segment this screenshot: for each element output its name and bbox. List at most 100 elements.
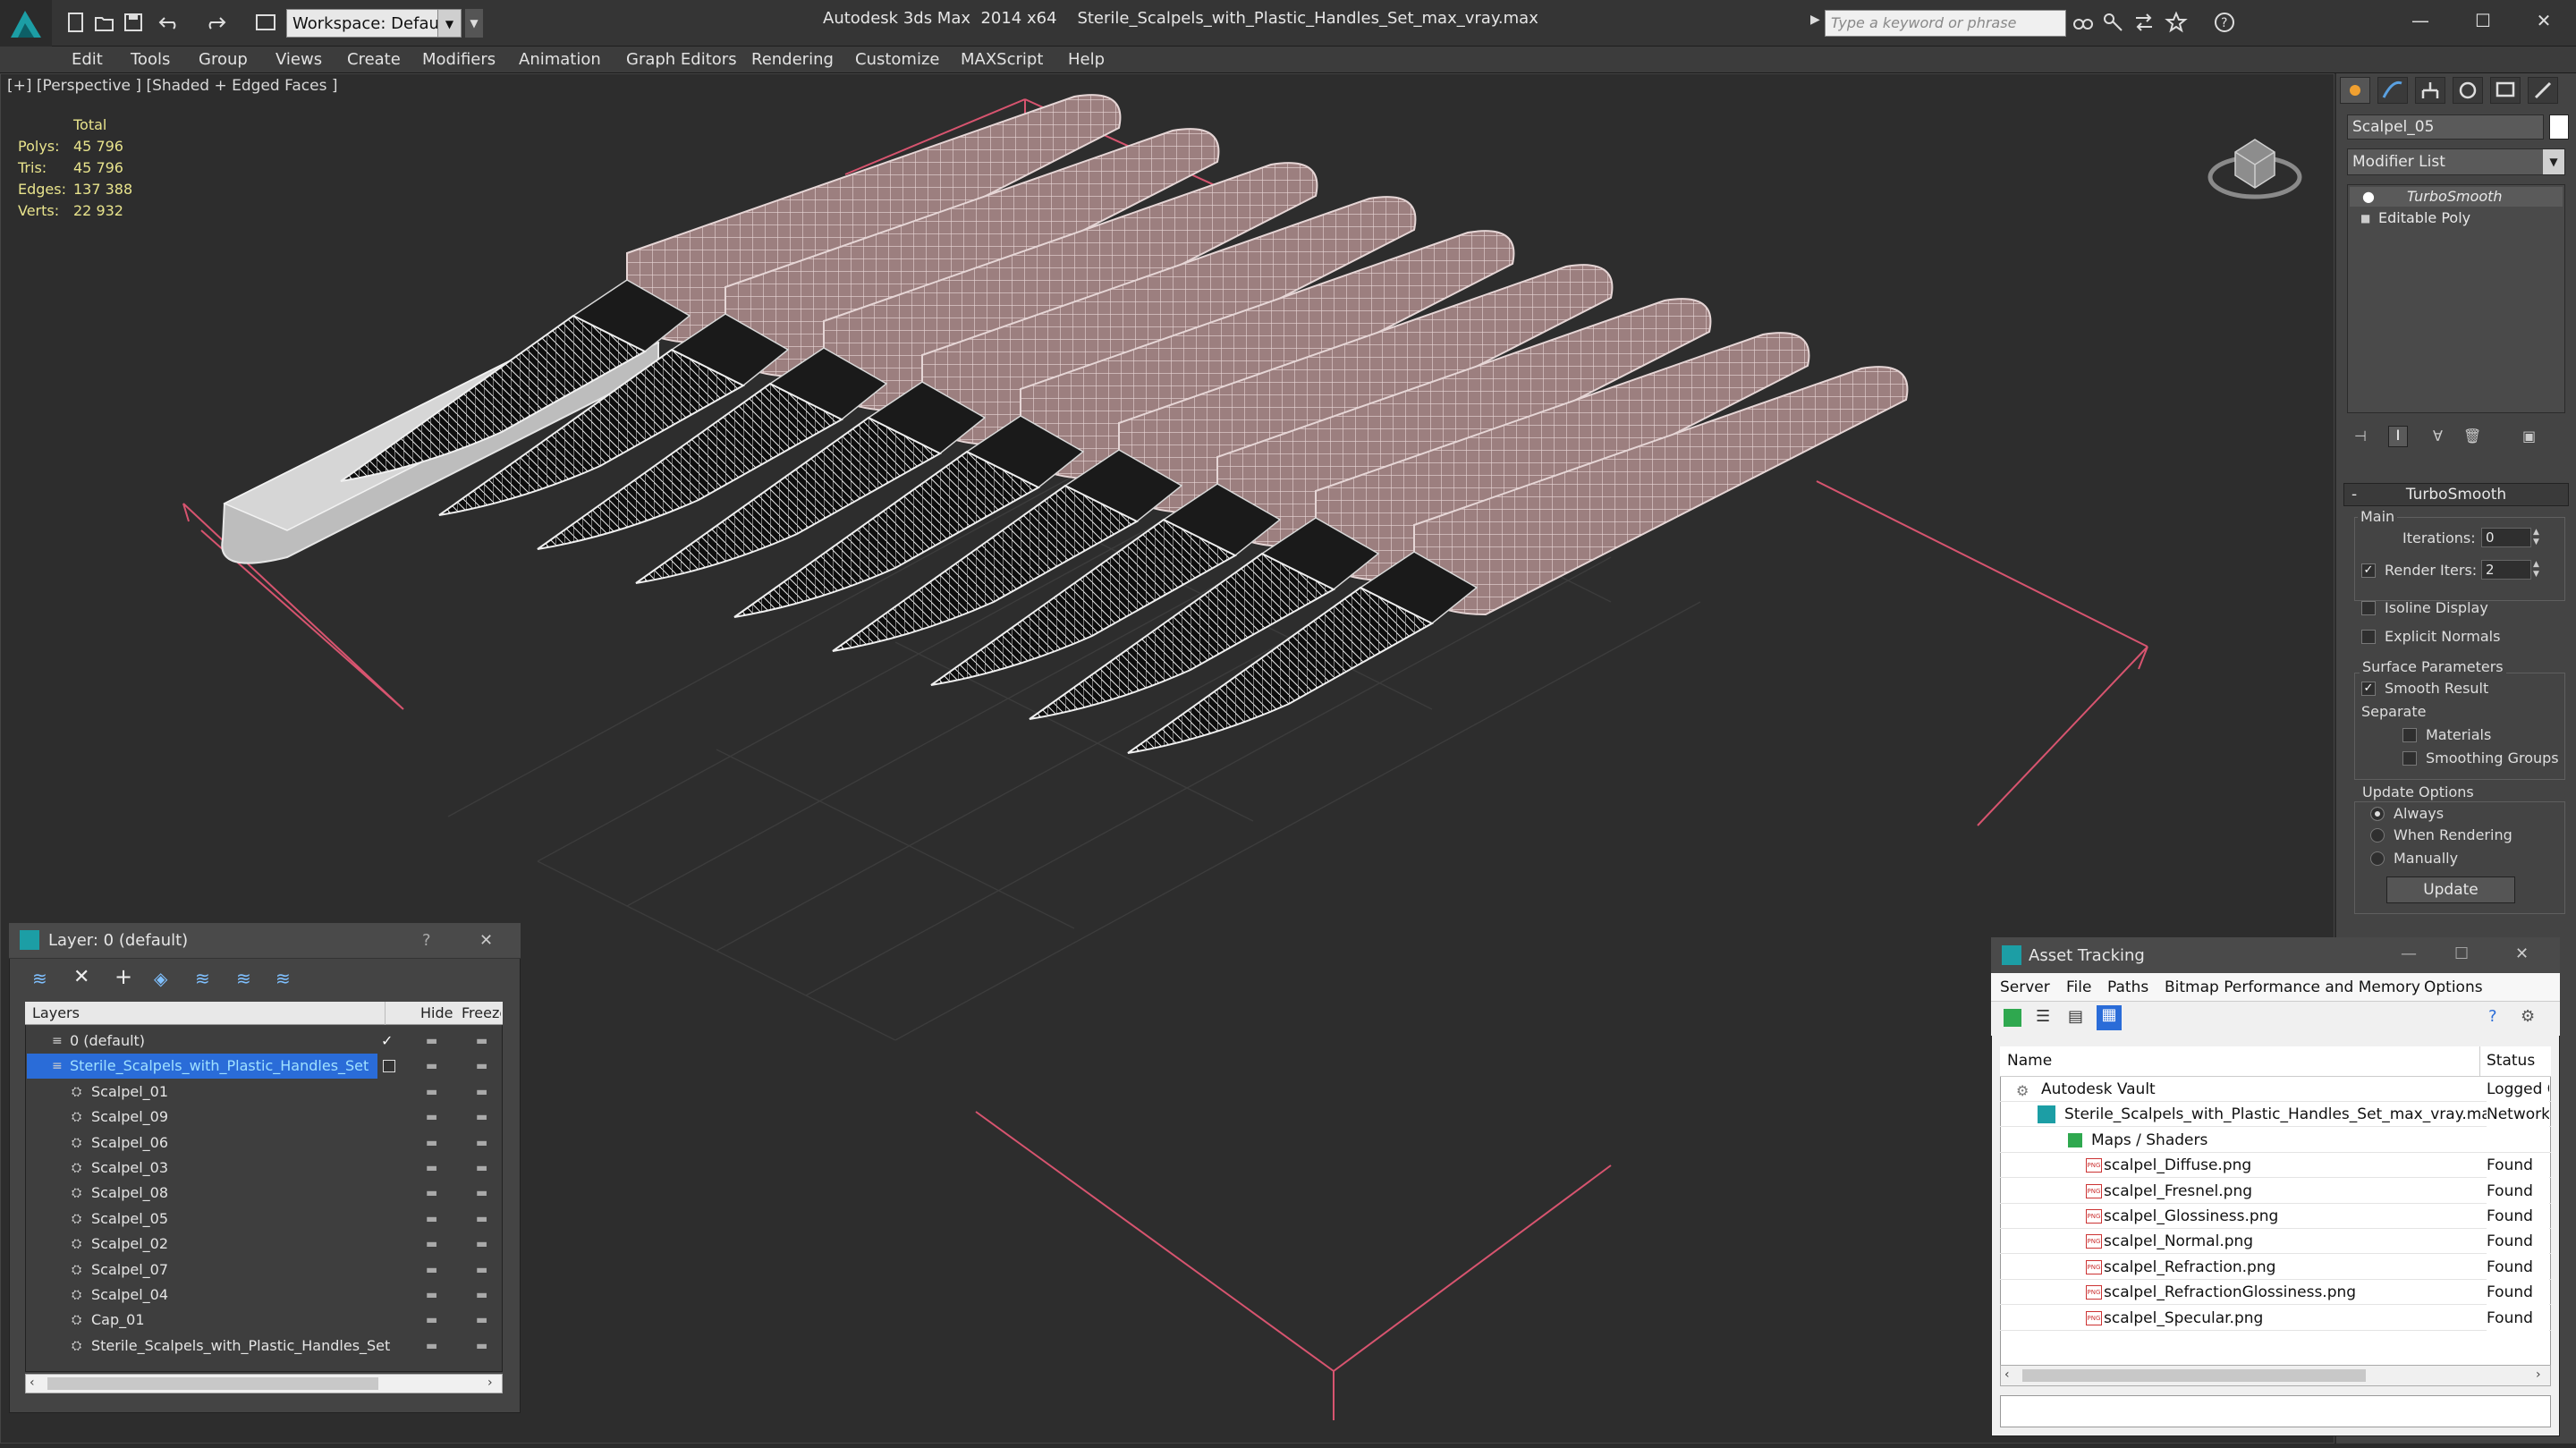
hide-toggle[interactable]: ▬ xyxy=(426,1334,437,1359)
hide-toggle[interactable]: ▬ xyxy=(426,1029,437,1054)
refresh-icon[interactable] xyxy=(2004,1009,2021,1027)
expand-icon[interactable]: ■ xyxy=(2360,208,2370,228)
motion-tab-icon[interactable] xyxy=(2453,77,2483,104)
exchange-icon[interactable] xyxy=(2132,11,2156,34)
at-menu-file[interactable]: File xyxy=(2066,978,2091,996)
object-name-field[interactable]: Scalpel_05 xyxy=(2347,114,2544,140)
layer-row[interactable]: ⛭ Scalpel_07 ▬ ▬ xyxy=(27,1257,487,1283)
iterations-spinner[interactable]: 0 xyxy=(2481,528,2531,547)
maximize-icon[interactable]: ☐ xyxy=(2465,5,2501,36)
active-layer-check-icon[interactable]: ✓ xyxy=(381,1029,393,1054)
close-icon[interactable]: ✕ xyxy=(479,931,493,950)
freeze-toggle[interactable]: ▬ xyxy=(476,1156,487,1181)
hide-toggle[interactable]: ▬ xyxy=(426,1181,437,1206)
freeze-toggle[interactable]: ▬ xyxy=(476,1054,487,1079)
freeze-toggle[interactable]: ▬ xyxy=(476,1130,487,1156)
asset-table-scrollbar[interactable]: ‹ › xyxy=(2000,1365,2551,1386)
hide-toggle[interactable]: ▬ xyxy=(426,1054,437,1079)
layer-row[interactable]: ⛭ Scalpel_01 ▬ ▬ xyxy=(27,1080,487,1105)
scroll-left-icon[interactable]: ‹ xyxy=(2004,1368,2010,1382)
hide-toggle[interactable]: ▬ xyxy=(426,1257,437,1283)
lightbulb-icon[interactable]: ● xyxy=(2362,187,2375,207)
hierarchy-tab-icon[interactable] xyxy=(2415,77,2445,104)
menu-help[interactable]: Help xyxy=(1068,47,1105,73)
asset-row[interactable]: PNG scalpel_Specular.png Found xyxy=(2000,1305,2551,1331)
star-icon[interactable] xyxy=(2165,11,2188,34)
open-file-icon[interactable] xyxy=(93,11,116,34)
list-view-icon[interactable]: ☰ xyxy=(2036,1007,2050,1026)
scroll-right-icon[interactable]: › xyxy=(487,1376,493,1390)
highlight-layer-icon[interactable]: ≋ xyxy=(195,968,210,989)
freeze-toggle[interactable]: ▬ xyxy=(476,1334,487,1359)
asset-row[interactable]: PNG scalpel_Glossiness.png Found xyxy=(2000,1204,2551,1229)
render-iters-spinner-arrows-icon[interactable]: ▲ ▼ xyxy=(2533,560,2544,580)
asset-tracking-titlebar[interactable]: Asset Tracking — ☐ ✕ xyxy=(1991,937,2560,973)
search-expand-icon[interactable]: ▶ xyxy=(1810,13,1823,34)
tree-view-icon[interactable]: ▤ xyxy=(2068,1007,2083,1026)
binoculars-icon[interactable] xyxy=(2072,11,2095,34)
menu-rendering[interactable]: Rendering xyxy=(751,47,834,73)
scroll-right-icon[interactable]: › xyxy=(2536,1368,2541,1382)
layer-manager-titlebar[interactable]: Layer: 0 (default) ? ✕ xyxy=(9,923,521,959)
freeze-all-icon[interactable]: ≋ xyxy=(275,968,291,989)
delete-layer-icon[interactable]: ✕ xyxy=(73,966,89,988)
help-icon[interactable]: ? xyxy=(2488,1007,2497,1026)
scroll-left-icon[interactable]: ‹ xyxy=(30,1376,35,1390)
smooth-result-checkbox[interactable]: ✓ xyxy=(2361,682,2376,696)
at-menu-bitmap-performance[interactable]: Bitmap Performance and Memory xyxy=(2165,978,2420,996)
search-input[interactable]: Type a keyword or phrase xyxy=(1825,10,2066,37)
set-active-box-icon[interactable] xyxy=(383,1060,395,1073)
scroll-thumb[interactable] xyxy=(47,1377,378,1390)
isoline-display-checkbox[interactable] xyxy=(2361,601,2376,615)
materials-checkbox[interactable] xyxy=(2402,728,2417,742)
manually-radio[interactable] xyxy=(2370,851,2385,866)
asset-row[interactable]: PNG scalpel_RefractionGlossiness.png Found xyxy=(2000,1280,2551,1306)
new-file-icon[interactable] xyxy=(64,11,88,34)
close-icon[interactable]: ✕ xyxy=(2526,5,2562,36)
freeze-toggle[interactable]: ▬ xyxy=(476,1029,487,1054)
create-tab-icon[interactable] xyxy=(2340,77,2370,104)
layer-row[interactable]: ⛭ Scalpel_02 ▬ ▬ xyxy=(27,1232,487,1257)
col-name[interactable]: Name xyxy=(2007,1052,2052,1070)
asset-row[interactable]: Sterile_Scalpels_with_Plastic_Handles_Se… xyxy=(2000,1102,2551,1128)
new-layer-icon[interactable]: ≋ xyxy=(32,968,47,989)
col-freeze[interactable]: Freeze xyxy=(462,1004,501,1021)
modifier-list-dropdown[interactable]: Modifier List ▼ xyxy=(2347,148,2565,175)
render-iters-spinner[interactable]: 2 xyxy=(2481,560,2531,580)
hide-toggle[interactable]: ▬ xyxy=(426,1308,437,1333)
layer-row[interactable]: ≡ Sterile_Scalpels_with_Plastic_Handles_S… xyxy=(27,1054,487,1080)
settings-icon[interactable]: ⚙ xyxy=(2521,1007,2535,1026)
menu-modifiers[interactable]: Modifiers xyxy=(422,47,496,73)
layer-row[interactable]: ⛭ Scalpel_03 ▬ ▬ xyxy=(27,1156,487,1181)
freeze-toggle[interactable]: ▬ xyxy=(476,1232,487,1257)
asset-row[interactable]: PNG scalpel_Refraction.png Found xyxy=(2000,1254,2551,1280)
help-icon[interactable]: ? xyxy=(422,931,431,950)
object-color-swatch[interactable] xyxy=(2549,114,2569,140)
render-iters-checkbox[interactable]: ✓ xyxy=(2361,563,2376,578)
update-button[interactable]: Update xyxy=(2386,876,2515,903)
layer-row[interactable]: ⛭ Sterile_Scalpels_with_Plastic_Handles_S… xyxy=(27,1334,487,1359)
asset-row[interactable]: PNG scalpel_Diffuse.png Found xyxy=(2000,1153,2551,1179)
project-folder-icon[interactable] xyxy=(254,11,277,34)
pin-stack-icon[interactable]: ⊣ xyxy=(2354,428,2367,445)
explicit-normals-checkbox[interactable] xyxy=(2361,630,2376,644)
menu-maxscript[interactable]: MAXScript xyxy=(961,47,1043,73)
col-status[interactable]: Status xyxy=(2487,1052,2535,1070)
menu-edit[interactable]: Edit xyxy=(72,47,103,73)
freeze-toggle[interactable]: ▬ xyxy=(476,1257,487,1283)
turbosmooth-rollout-header[interactable]: - TurboSmooth xyxy=(2343,483,2569,506)
stack-item-turbosmooth[interactable]: ● TurboSmooth xyxy=(2350,187,2563,207)
iterations-spinner-arrows-icon[interactable]: ▲ ▼ xyxy=(2533,528,2544,547)
hide-toggle[interactable]: ▬ xyxy=(426,1156,437,1181)
modify-tab-icon[interactable] xyxy=(2377,77,2408,104)
minimize-icon[interactable]: — xyxy=(2401,944,2417,963)
at-menu-options[interactable]: Options xyxy=(2424,978,2483,996)
freeze-toggle[interactable]: ▬ xyxy=(476,1080,487,1105)
smoothing-groups-checkbox[interactable] xyxy=(2402,751,2417,766)
menu-group[interactable]: Group xyxy=(199,47,248,73)
freeze-toggle[interactable]: ▬ xyxy=(476,1181,487,1206)
menu-customize[interactable]: Customize xyxy=(855,47,939,73)
undo-icon[interactable] xyxy=(157,11,181,34)
freeze-toggle[interactable]: ▬ xyxy=(476,1308,487,1333)
hide-toggle[interactable]: ▬ xyxy=(426,1232,437,1257)
